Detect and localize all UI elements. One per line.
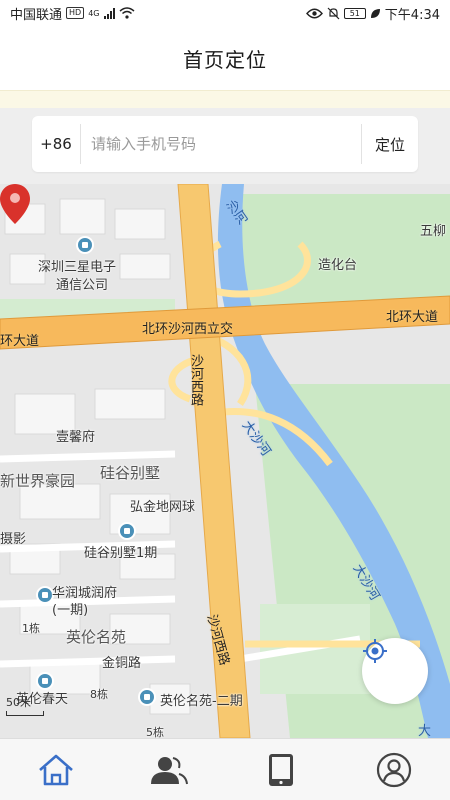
signal-icon <box>103 7 115 19</box>
map-label: 英伦名苑-二期 <box>160 694 243 709</box>
nav-device[interactable] <box>241 742 321 798</box>
map-label: 通信公司 <box>56 278 109 293</box>
map-label: 8栋 <box>90 688 108 701</box>
nav-contacts[interactable] <box>129 742 209 798</box>
my-location-button[interactable] <box>362 638 428 704</box>
map-label: 环大道 <box>0 334 40 349</box>
poi-marker-icon[interactable] <box>138 688 156 706</box>
phone-search-bar: +86 定位 <box>32 116 418 172</box>
user-profile-icon <box>376 752 411 787</box>
status-bar: 中国联通 HD 4G 51 下午4:34 <box>0 0 450 26</box>
country-code[interactable]: +86 <box>32 135 80 153</box>
hd-badge: HD <box>66 7 85 19</box>
map-label: 硅谷别墅 <box>100 464 161 482</box>
clock: 下午4:34 <box>384 7 440 23</box>
map-label: 金铜路 <box>102 656 142 671</box>
map-label: 弘金地网球 <box>130 500 196 515</box>
mute-bell-icon <box>327 7 340 19</box>
battery-icon: 51 <box>343 7 366 19</box>
map-scale-bar <box>6 711 44 716</box>
nav-profile[interactable] <box>354 742 434 798</box>
network-type: 4G <box>88 8 100 18</box>
map-label: 壹馨府 <box>56 430 96 445</box>
eye-icon <box>305 8 323 18</box>
poi-marker-icon[interactable] <box>118 522 136 540</box>
map-label: 大 <box>418 724 432 738</box>
app-header: 首页定位 <box>0 26 450 90</box>
map-label: 5栋 <box>146 726 164 738</box>
nav-home[interactable] <box>16 742 96 798</box>
map-label: 造化台 <box>318 258 358 273</box>
battery-level: 51 <box>349 8 360 18</box>
map-label: 深圳三星电子 <box>38 260 117 275</box>
map-view[interactable]: 深圳三星电子 通信公司 造化台 五柳 北环沙河西立交 北环大道 环大道 沙河 沙… <box>0 184 450 738</box>
map-label: 1栋 <box>22 622 40 635</box>
map-label: 英伦名苑 <box>66 628 127 646</box>
page-title: 首页定位 <box>183 47 267 72</box>
map-label: 硅谷别墅1期 <box>84 546 158 561</box>
map-scale-label: 50米 <box>6 696 31 709</box>
map-label: 五柳 <box>420 224 447 239</box>
leaf-icon <box>370 8 380 18</box>
header-separator <box>0 90 450 108</box>
search-panel: +86 定位 <box>0 108 450 184</box>
home-icon <box>39 754 74 785</box>
tablet-icon <box>269 753 294 786</box>
map-label: 北环大道 <box>386 310 439 325</box>
bottom-nav <box>0 738 450 800</box>
map-label: 沙河西路 <box>188 354 203 406</box>
map-label: 摄影 <box>0 532 27 547</box>
map-label: 新世界豪园 <box>0 472 76 490</box>
phone-number-input[interactable] <box>81 116 361 172</box>
wifi-icon <box>119 7 134 19</box>
carrier-name: 中国联通 <box>10 7 63 23</box>
map-label: 北环沙河西立交 <box>142 322 234 337</box>
contacts-icon <box>150 756 188 784</box>
crosshair-icon <box>363 639 387 663</box>
poi-marker-icon[interactable] <box>76 236 94 254</box>
map-label: (一期) <box>52 603 89 618</box>
map-scale: 50米 <box>6 694 44 716</box>
locate-button[interactable]: 定位 <box>362 116 418 172</box>
location-pin-icon <box>0 184 30 224</box>
